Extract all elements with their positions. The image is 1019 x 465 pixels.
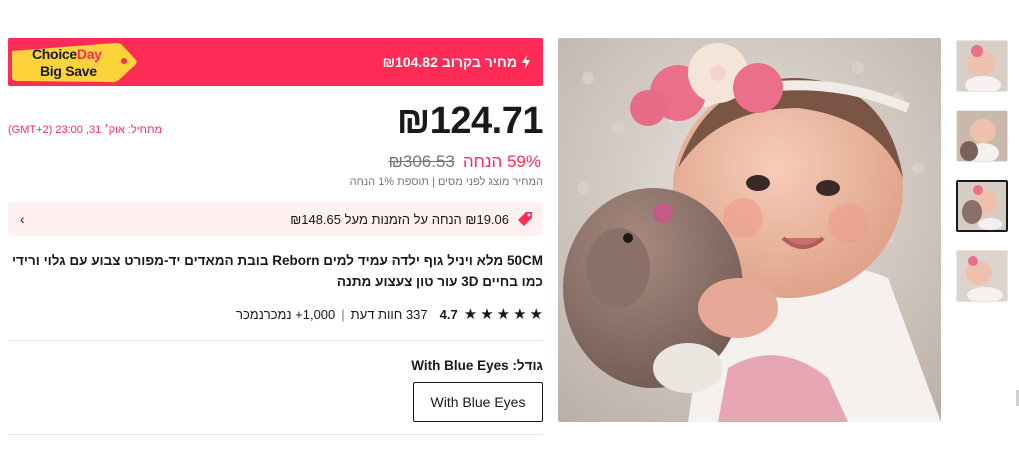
coupon-text: ₪19.06 הנחה על הזמנות מעל ₪148.65 [290,211,509,227]
star-icon: ★ [463,305,478,323]
soon-price-text: מחיר בקרוב ₪104.82 [382,54,517,70]
lightning-icon [522,55,530,69]
soon-price: מחיר בקרוב ₪104.82 [383,38,531,86]
star-icon: ★ [480,305,494,323]
tax-note: המחיר מוצג לפני מסים | תוספת 1% הנחה [349,176,543,188]
star-rating[interactable]: ★ ★ ★ ★ ★ [464,307,543,322]
star-icon: ★ [496,305,511,323]
thumbnail-1[interactable] [956,40,1008,92]
product-info-panel: ChoiceDay Big Save מחיר בקרוב ₪104.82 מת… [8,38,544,435]
thumbnail-3[interactable] [956,180,1008,232]
choice-word: Choice [32,46,77,62]
rating-value: 4.7 [439,306,458,322]
sale-start-time: מתחיל: אוק׳ 31, 23:00 (GMT+2) [8,124,163,136]
divider [8,340,543,341]
main-product-image[interactable] [558,38,941,422]
choice-day-banner: ChoiceDay Big Save מחיר בקרוב ₪104.82 [8,38,543,86]
discount-row: 59% הנחה ₪306.53 [8,152,543,174]
rating-row: ★ ★ ★ ★ ★ 4.7 337 חוות דעת | 1,000+ נמכר… [8,302,543,326]
current-price: ₪124.71 [396,100,544,142]
thumbnail-strip [956,40,1008,320]
day-word: Day [76,46,102,62]
original-price: ₪306.53 [388,152,455,171]
price-row: מתחיל: אוק׳ 31, 23:00 (GMT+2) ₪124.71 [8,100,544,152]
thumbnail-2[interactable] [956,110,1008,162]
divider [8,434,543,435]
separator: | [341,306,345,322]
chevron-left-icon[interactable]: ‹ [20,211,25,227]
star-icon: ★ [529,305,543,323]
sold-count: 1,000+ נמכרנמכר [236,306,336,322]
size-label: גודל: With Blue Eyes [411,358,543,373]
size-options: With Blue Eyes [8,382,543,422]
review-count[interactable]: 337 חוות דעת [351,307,428,322]
star-icon: ★ [513,305,527,323]
product-title: 50CM מלא ויניל גוף ילדה עמיד למים Reborn… [11,253,543,289]
coupon-bar[interactable]: ₪19.06 הנחה על הזמנות מעל ₪148.65 ‹ [8,202,543,236]
discount-percent: 59% הנחה [462,152,541,171]
size-option-with-blue-eyes[interactable]: With Blue Eyes [413,382,543,422]
big-save-text: Big Save [40,63,97,79]
thumbnail-4[interactable] [956,250,1008,302]
choice-day-logo: ChoiceDay Big Save [10,41,138,83]
coupon-tag-icon [518,212,532,226]
